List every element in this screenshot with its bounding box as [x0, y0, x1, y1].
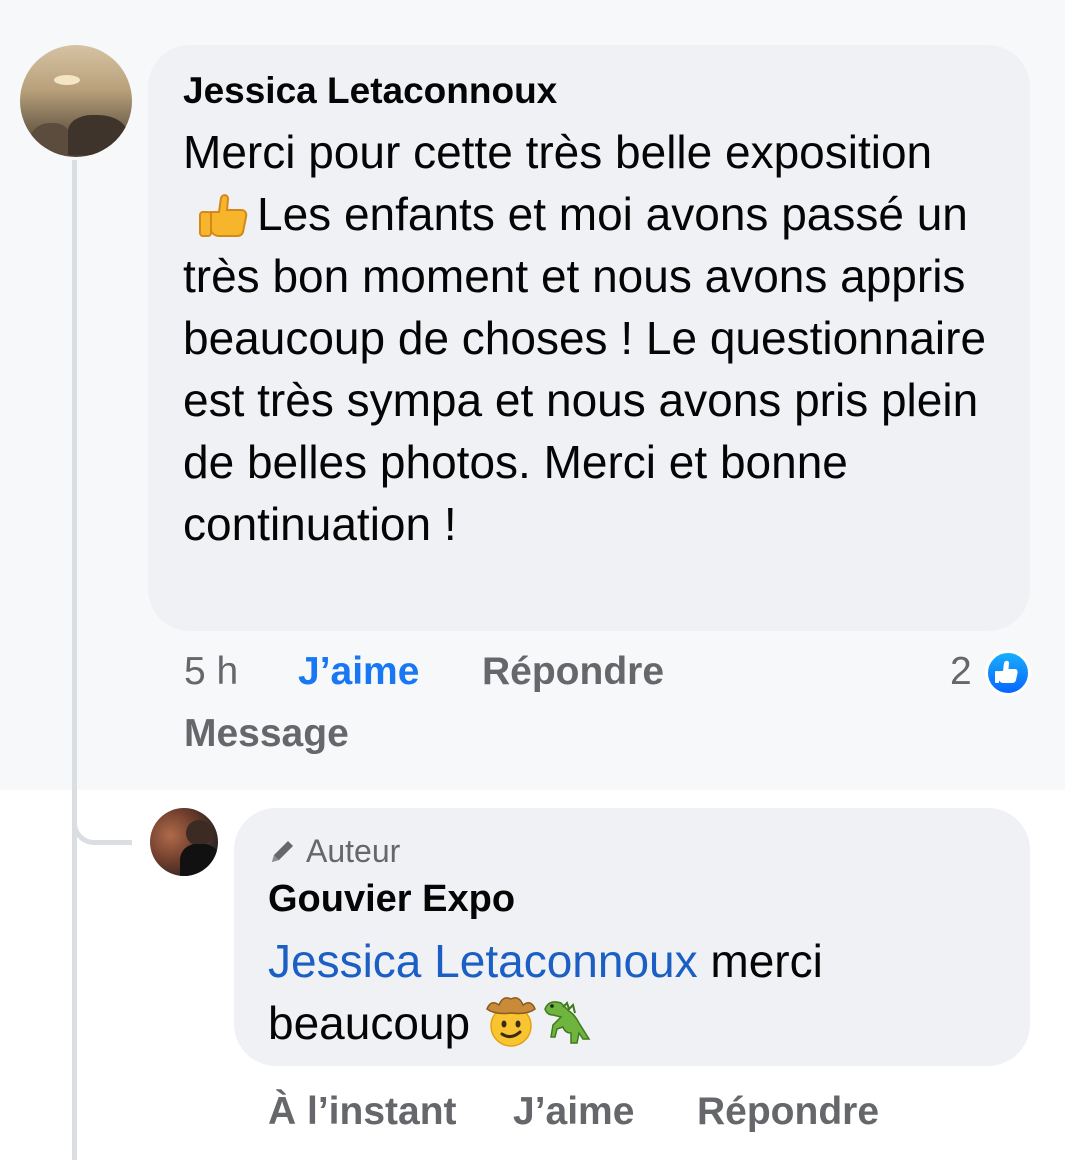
comment-message-button[interactable]: Message [184, 712, 349, 756]
dinosaur-icon [539, 993, 595, 1049]
pencil-icon [268, 836, 298, 866]
comment-text-part-2: Les enfants et moi avons passé un très b… [183, 188, 987, 550]
cowboy-face-icon [483, 993, 539, 1049]
reply-author-avatar[interactable] [150, 808, 218, 876]
author-badge: Auteur [268, 833, 400, 870]
like-reaction-icon[interactable] [985, 650, 1031, 696]
reply-author[interactable]: Gouvier Expo [268, 878, 515, 921]
reply-like-button[interactable]: J’aime [513, 1090, 634, 1134]
comment-text-part-1: Merci pour cette très belle exposition [183, 126, 933, 178]
author-badge-label: Auteur [306, 833, 401, 869]
comment-timestamp[interactable]: 5 h [184, 650, 238, 694]
comment-text: Merci pour cette très belle exposition L… [183, 121, 1003, 555]
thread-connector [72, 790, 132, 845]
thread-line [72, 160, 77, 1160]
mention-link[interactable]: Jessica Letaconnoux [268, 935, 698, 987]
comment-reply-button[interactable]: Répondre [482, 650, 664, 694]
comment-author[interactable]: Jessica Letaconnoux [183, 70, 557, 112]
commenter-avatar[interactable] [20, 45, 132, 157]
reaction-count[interactable]: 2 [950, 650, 972, 694]
reply-text: Jessica Letaconnoux merci beaucoup [268, 930, 988, 1054]
thumbs-up-icon [197, 191, 249, 237]
reply-timestamp[interactable]: À l’instant [268, 1090, 457, 1134]
reply-reply-button[interactable]: Répondre [697, 1090, 879, 1134]
comment-like-button[interactable]: J’aime [298, 650, 419, 694]
